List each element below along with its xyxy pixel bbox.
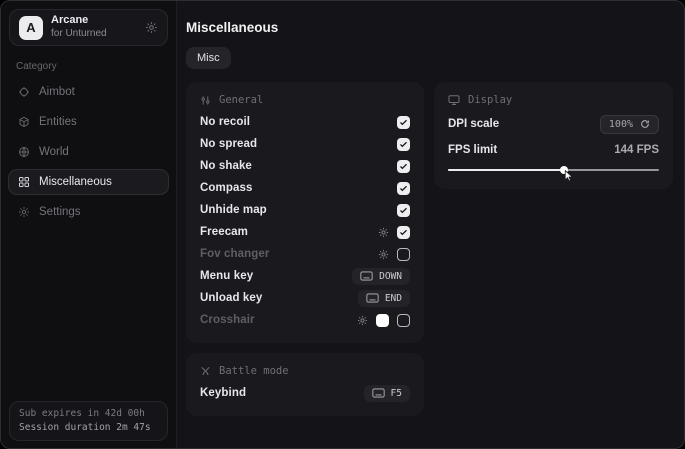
unload-key-binding[interactable]: END [358, 290, 410, 307]
setting-row-fps-limit: FPS limit 144 FPS [448, 137, 659, 163]
sidebar-item-label: Miscellaneous [39, 176, 112, 188]
main-content: Miscellaneous Misc General No recoil [177, 1, 685, 448]
keyboard-icon [366, 293, 379, 303]
no-spread-checkbox[interactable] [397, 138, 410, 151]
dpi-scale-value[interactable]: 100% [600, 115, 659, 134]
display-card: Display DPI scale 100% F [434, 82, 673, 189]
keybind-value: END [385, 293, 402, 304]
sidebar-item-label: Aimbot [39, 86, 75, 98]
cube-icon [18, 116, 30, 128]
fps-limit-value: 144 FPS [614, 144, 659, 156]
keybind-value: F5 [391, 388, 402, 399]
sidebar-item-world[interactable]: World [8, 139, 169, 165]
general-card: General No recoil No spread [186, 82, 424, 343]
fov-changer-checkbox[interactable] [397, 248, 410, 261]
sidebar-item-settings[interactable]: Settings [8, 199, 169, 225]
crosshair-color-swatch[interactable] [376, 314, 389, 327]
setting-row-no-spread: No spread [200, 133, 410, 155]
freecam-checkbox[interactable] [397, 226, 410, 239]
swords-icon [200, 366, 211, 377]
mouse-cursor [563, 170, 574, 188]
app-subtitle: for Unturned [51, 28, 107, 41]
dpi-value-text: 100% [609, 119, 633, 130]
sidebar-nav: Aimbot Entities World [1, 77, 176, 227]
setting-row-fov-changer: Fov changer [200, 243, 410, 265]
no-recoil-checkbox[interactable] [397, 116, 410, 129]
sidebar: A Arcane for Unturned Category Aimbo [1, 1, 177, 448]
sliders-icon [200, 95, 211, 106]
refresh-icon[interactable] [640, 119, 650, 129]
sidebar-item-aimbot[interactable]: Aimbot [8, 79, 169, 105]
fps-slider-fill [448, 169, 564, 171]
crosshair-gear-icon[interactable] [357, 315, 368, 326]
fps-slider-thumb[interactable] [560, 166, 568, 174]
category-label: Category [16, 61, 176, 72]
app-window: A Arcane for Unturned Category Aimbo [0, 0, 685, 449]
sub-expiry-text: Sub expires in 42d 00h [19, 408, 158, 419]
header-gear-icon[interactable] [145, 21, 158, 34]
app-header: A Arcane for Unturned [9, 9, 168, 46]
freecam-gear-icon[interactable] [378, 227, 389, 238]
app-name: Arcane [51, 14, 107, 28]
gear-icon [18, 206, 30, 218]
crosshair-checkbox[interactable] [397, 314, 410, 327]
battle-mode-card: Battle mode Keybind F5 [186, 353, 424, 416]
setting-row-no-recoil: No recoil [200, 111, 410, 133]
grid-icon [18, 176, 30, 188]
setting-row-compass: Compass [200, 177, 410, 199]
sidebar-item-entities[interactable]: Entities [8, 109, 169, 135]
page-title: Miscellaneous [186, 20, 673, 35]
setting-row-battle-keybind: Keybind F5 [200, 382, 410, 404]
fov-changer-gear-icon[interactable] [378, 249, 389, 260]
no-shake-checkbox[interactable] [397, 160, 410, 173]
battle-key-binding[interactable]: F5 [364, 385, 410, 402]
setting-row-crosshair: Crosshair [200, 309, 410, 331]
app-logo: A [19, 16, 43, 40]
setting-row-menu-key: Menu key DOWN [200, 265, 410, 287]
menu-key-binding[interactable]: DOWN [352, 268, 410, 285]
keyboard-icon [372, 388, 385, 398]
setting-row-dpi-scale: DPI scale 100% [448, 111, 659, 137]
crosshair-icon [18, 86, 30, 98]
setting-row-unload-key: Unload key END [200, 287, 410, 309]
globe-icon [18, 146, 30, 158]
sidebar-item-miscellaneous[interactable]: Miscellaneous [8, 169, 169, 195]
setting-row-unhide-map: Unhide map [200, 199, 410, 221]
card-title: Battle mode [219, 365, 289, 377]
keybind-value: DOWN [379, 271, 402, 282]
session-duration-text: Session duration 2m 47s [19, 422, 158, 433]
monitor-icon [448, 94, 460, 106]
sidebar-item-label: World [39, 146, 69, 158]
sidebar-item-label: Entities [39, 116, 77, 128]
tab-misc[interactable]: Misc [186, 47, 231, 69]
compass-checkbox[interactable] [397, 182, 410, 195]
subscription-info: Sub expires in 42d 00h Session duration … [9, 401, 168, 441]
card-title: General [219, 94, 263, 106]
keyboard-icon [360, 271, 373, 281]
setting-row-no-shake: No shake [200, 155, 410, 177]
app-logo-letter: A [26, 20, 35, 35]
sidebar-item-label: Settings [39, 206, 81, 218]
fps-limit-slider[interactable] [448, 165, 659, 177]
setting-row-freecam: Freecam [200, 221, 410, 243]
unhide-map-checkbox[interactable] [397, 204, 410, 217]
card-title: Display [468, 94, 512, 106]
